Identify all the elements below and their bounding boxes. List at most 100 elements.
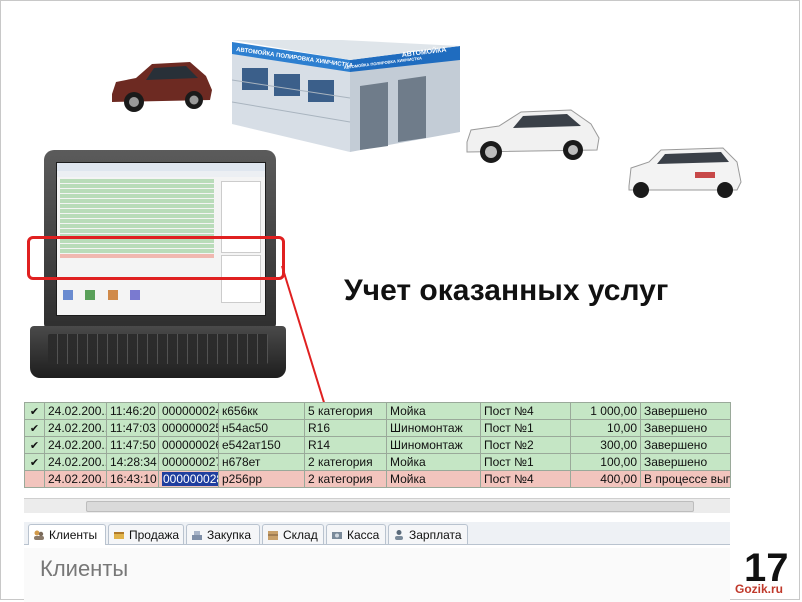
service-text: Мойка [390, 455, 426, 469]
orders-grid[interactable]: ✔ 24.02.200... 11:46:20 000000024 к656кк 5 ка… [24, 402, 731, 488]
tab-label: Склад [283, 528, 318, 542]
service-text: Шиномонтаж [390, 421, 463, 435]
cell-time: 14:28:34 [106, 453, 159, 471]
tab-purchase[interactable]: Закупка [186, 524, 260, 544]
cell-state: Завершено [640, 419, 731, 437]
slide-title: Учет оказанных услуг [344, 274, 669, 307]
clients-icon [34, 530, 44, 540]
grid-horizontal-scrollbar[interactable] [24, 498, 730, 513]
time-text: 16:43:10 [110, 472, 157, 486]
table-row[interactable]: ✔ 24.02.200... 11:46:20 000000024 к656кк 5 ка… [24, 402, 731, 420]
cell-post: Пост №1 [480, 453, 571, 471]
cell-category: 5 категория [304, 402, 387, 420]
id-text: 000000026 [162, 438, 219, 452]
cell-time: 11:46:20 [106, 402, 159, 420]
time-text: 11:47:03 [110, 421, 156, 435]
cell-amount: 10,00 [570, 419, 641, 437]
post-text: Пост №2 [484, 438, 534, 452]
cell-date: 24.02.200... [44, 436, 107, 454]
cell-plate: р256рр [218, 470, 305, 488]
sale-icon [114, 532, 124, 539]
id-text: 000000027 [162, 455, 219, 469]
time-text: 11:47:50 [110, 438, 156, 452]
cell-date: 24.02.200... [44, 419, 107, 437]
cell-amount: 100,00 [570, 453, 641, 471]
tab-label: Касса [347, 528, 380, 542]
id-text: 000000028 [162, 472, 218, 486]
post-text: Пост №4 [484, 404, 534, 418]
cell-service: Мойка [386, 453, 481, 471]
row-status-cell [24, 470, 45, 488]
tab-salary[interactable]: Зарплата [388, 524, 468, 544]
cell-service: Шиномонтаж [386, 436, 481, 454]
cell-state: Завершено [640, 436, 731, 454]
cell-post: Пост №1 [480, 419, 571, 437]
tab-sale[interactable]: Продажа [108, 524, 184, 544]
tab-warehouse[interactable]: Склад [262, 524, 324, 544]
state-text: Завершено [644, 404, 708, 418]
check-icon: ✔ [29, 405, 40, 418]
date-text: 24.02.200... [48, 404, 107, 418]
warehouse-icon [268, 531, 278, 540]
state-text: Завершено [644, 438, 708, 452]
cell-state: В процессе выпо [640, 470, 731, 488]
post-text: Пост №1 [484, 421, 534, 435]
cell-time: 11:47:50 [106, 436, 159, 454]
category-text: 2 категория [308, 455, 373, 469]
cell-id: 000000026 [158, 436, 219, 454]
scrollbar-thumb[interactable] [86, 501, 694, 512]
table-row[interactable]: ✔ 24.02.200... 14:28:34 000000027 н678ет 2 ка… [24, 453, 731, 471]
module-tabbar: Клиенты Продажа Закупка Склад Касса Зарп… [24, 522, 730, 545]
plate-text: н54ас50 [222, 421, 268, 435]
cell-amount: 300,00 [570, 436, 641, 454]
plate-text: р256рр [222, 472, 263, 486]
cell-category: 2 категория [304, 453, 387, 471]
cell-service: Шиномонтаж [386, 419, 481, 437]
cell-service: Мойка [386, 470, 481, 488]
state-text: Завершено [644, 421, 708, 435]
cell-date: 24.02.200... [44, 402, 107, 420]
category-text: R14 [308, 438, 331, 452]
row-status-cell: ✔ [24, 453, 45, 471]
cell-date: 24.02.200... [44, 470, 107, 488]
cell-id: 000000024 [158, 402, 219, 420]
cell-category: 2 категория [304, 470, 387, 488]
category-text: 5 категория [308, 404, 373, 418]
id-text: 000000024 [162, 404, 219, 418]
date-text: 24.02.200... [48, 472, 107, 486]
watermark: Gozik.ru [735, 582, 784, 596]
time-text: 14:28:34 [110, 455, 157, 469]
tab-label: Продажа [129, 528, 180, 542]
service-text: Мойка [390, 404, 426, 418]
cell-state: Завершено [640, 453, 731, 471]
plate-text: н678ет [222, 455, 261, 469]
cell-service: Мойка [386, 402, 481, 420]
clients-panel [24, 548, 730, 602]
time-text: 11:46:20 [110, 404, 156, 418]
cell-amount: 1 000,00 [570, 402, 641, 420]
tab-cash[interactable]: Касса [326, 524, 386, 544]
cell-plate: е542ат150 [218, 436, 305, 454]
cell-post: Пост №2 [480, 436, 571, 454]
category-text: 2 категория [308, 472, 373, 486]
plate-text: е542ат150 [222, 438, 281, 452]
table-row[interactable]: ✔ 24.02.200... 11:47:50 000000026 е542ат150 R… [24, 436, 731, 454]
cell-state: Завершено [640, 402, 731, 420]
row-status-cell: ✔ [24, 419, 45, 437]
cash-icon [332, 532, 342, 539]
salary-icon [395, 530, 403, 540]
check-icon: ✔ [29, 456, 40, 469]
amount-text: 300,00 [600, 438, 637, 452]
cell-plate: н678ет [218, 453, 305, 471]
category-text: R16 [308, 421, 331, 435]
cell-amount: 400,00 [570, 470, 641, 488]
cell-category: R14 [304, 436, 387, 454]
table-row[interactable]: ✔ 24.02.200... 11:47:03 000000025 н54ас50 R16… [24, 419, 731, 437]
post-text: Пост №1 [484, 455, 534, 469]
tab-clients[interactable]: Клиенты [28, 524, 106, 545]
table-row[interactable]: 24.02.200... 16:43:10 000000028 р256рр 2 кат… [24, 470, 731, 488]
id-text: 000000025 [162, 421, 219, 435]
check-icon: ✔ [29, 422, 40, 435]
tab-label: Зарплата [409, 528, 462, 542]
row-status-cell: ✔ [24, 402, 45, 420]
